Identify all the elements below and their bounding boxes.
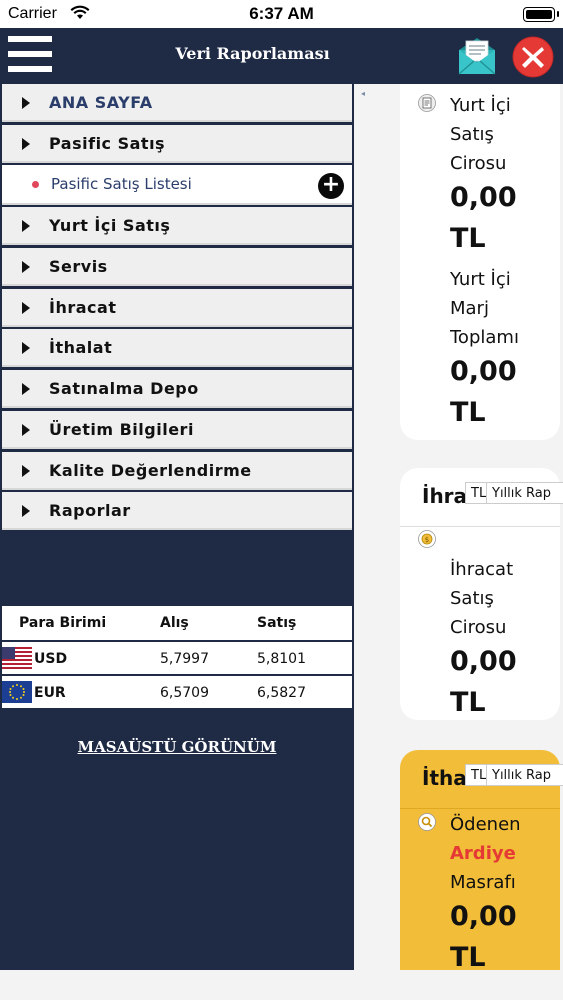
currency-code: USD <box>34 651 68 667</box>
menu-item-label: İhracat <box>49 298 117 317</box>
us-flag-icon <box>2 647 32 669</box>
menu-item-label: Pasific Satış <box>49 134 166 153</box>
buy-rate: 6,5709 <box>160 685 209 701</box>
menu-item-kalite-degerlendirme[interactable]: Kalite Değerlendirme <box>2 452 352 490</box>
bottom-safe-area <box>0 970 563 1000</box>
caret-right-icon <box>22 424 30 436</box>
table-row: USD 5,7997 5,8101 <box>2 642 352 676</box>
table-header-row: Para Birimi Alış Satış <box>2 606 352 642</box>
import-card: İtha TL Yıllık Rap Ödenen Ardiye Masrafı… <box>400 750 563 970</box>
menu-item-home[interactable]: ANA SAYFA <box>2 84 352 122</box>
metric-value: 0,00 TL <box>450 646 517 718</box>
metric-label: Ödenen Ardiye Masrafı <box>450 814 521 893</box>
metric-label: İhracat Satış Cirosu <box>450 559 514 638</box>
bullet-dot <box>32 181 39 188</box>
sell-rate: 5,8101 <box>257 651 306 667</box>
dashboard-content[interactable]: ◂ Yurt İçi Satış Cirosu 0,00 TL Yurt İçi… <box>354 84 563 970</box>
caret-right-icon <box>22 220 30 232</box>
export-card: İhra TL Yıllık Rap $ İhracat Satış Ciros… <box>400 468 563 720</box>
metric-label: Yurt İçi Satış Cirosu <box>450 95 511 174</box>
caret-right-icon <box>22 302 30 314</box>
period-dropdown[interactable]: Yıllık Rap <box>486 764 563 786</box>
side-menu: ANA SAYFA Pasific Satış Pasific Satış Li… <box>0 84 354 970</box>
page-title: Veri Raporlaması <box>175 44 330 63</box>
hamburger-icon <box>8 36 52 42</box>
table-row: EUR 6,5709 6,5827 <box>2 676 352 710</box>
menu-item-label: Üretim Bilgileri <box>49 420 194 439</box>
plus-icon[interactable]: + <box>318 173 344 199</box>
menu-item-ithalat[interactable]: İthalat <box>2 329 352 367</box>
caret-right-icon <box>22 138 30 150</box>
battery-icon <box>523 7 559 22</box>
svg-text:$: $ <box>425 536 429 544</box>
coin-icon: $ <box>418 530 436 548</box>
card-title: İtha <box>422 766 467 790</box>
caret-right-icon <box>22 465 30 477</box>
magnifier-icon <box>418 813 436 831</box>
menu-item-label: Servis <box>49 257 108 276</box>
caret-right-icon <box>22 342 30 354</box>
menu-item-label: Kalite Değerlendirme <box>49 461 252 480</box>
metric-label: Yurt İçi Marj Toplamı <box>450 269 519 348</box>
domestic-sales-card: Yurt İçi Satış Cirosu 0,00 TL Yurt İçi M… <box>400 84 560 440</box>
column-header-currency: Para Birimi <box>19 615 107 631</box>
menu-item-pasific-satis[interactable]: Pasific Satış <box>2 125 352 163</box>
buy-rate: 5,7997 <box>160 651 209 667</box>
menu-item-yurt-ici-satis[interactable]: Yurt İçi Satış <box>2 207 352 245</box>
metric-value: 0,00 TL <box>450 356 517 428</box>
period-dropdown[interactable]: Yıllık Rap <box>486 482 563 504</box>
divider <box>400 526 560 527</box>
currency-code: EUR <box>34 685 66 701</box>
menu-item-label: ANA SAYFA <box>49 93 153 112</box>
close-icon[interactable] <box>512 36 554 78</box>
currency-table: Para Birimi Alış Satış USD 5,7997 5,8101 <box>2 606 352 710</box>
clock: 6:37 AM <box>249 4 314 23</box>
menu-item-uretim-bilgileri[interactable]: Üretim Bilgileri <box>2 411 352 449</box>
document-icon <box>418 94 436 112</box>
column-header-buy: Alış <box>160 615 189 631</box>
metric-value: 0,00 TL <box>450 182 517 254</box>
menu-item-label: Yurt İçi Satış <box>49 216 171 235</box>
eu-flag-icon <box>2 681 32 703</box>
divider <box>400 808 560 809</box>
menu-item-ihracat[interactable]: İhracat <box>2 289 352 327</box>
status-bar: Carrier 6:37 AM <box>0 0 563 28</box>
caret-right-icon <box>22 505 30 517</box>
column-header-sell: Satış <box>257 615 297 631</box>
caret-right-icon <box>22 383 30 395</box>
caret-right-icon <box>22 261 30 273</box>
menu-item-raporlar[interactable]: Raporlar <box>2 492 352 530</box>
app-header: Veri Raporlaması <box>0 28 563 84</box>
collapse-arrow-icon[interactable]: ◂ <box>361 89 365 98</box>
submenu-item-label: Pasific Satış Listesi <box>51 175 192 193</box>
submenu-item-pasific-satis-listesi[interactable]: Pasific Satış Listesi + <box>2 165 352 205</box>
caret-right-icon <box>22 97 30 109</box>
sell-rate: 6,5827 <box>257 685 306 701</box>
menu-item-servis[interactable]: Servis <box>2 248 352 286</box>
metric-value: 0,00 TL <box>450 901 517 970</box>
menu-item-label: İthalat <box>49 338 113 357</box>
menu-item-satinalma-depo[interactable]: Satınalma Depo <box>2 370 352 408</box>
menu-item-label: Satınalma Depo <box>49 379 199 398</box>
card-title: İhra <box>422 484 468 508</box>
mail-icon[interactable] <box>457 36 497 76</box>
menu-item-label: Raporlar <box>49 501 131 520</box>
desktop-view-link[interactable]: MASAÜSTÜ GÖRÜNÜM <box>0 738 354 756</box>
